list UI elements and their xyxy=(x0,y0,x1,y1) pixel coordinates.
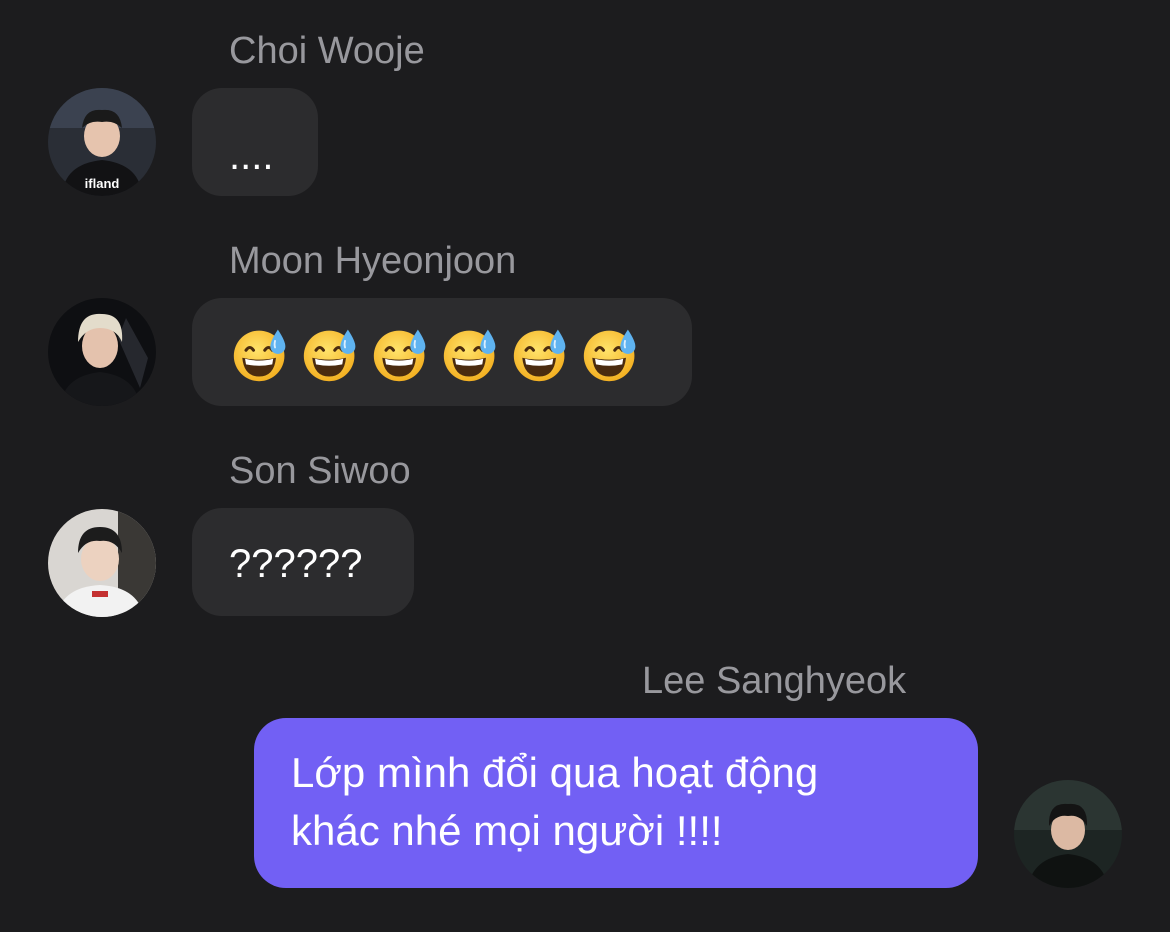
sender-name-moon-hyeonjoon: Moon Hyeonjoon xyxy=(229,240,517,282)
avatar-lee-sanghyeok[interactable] xyxy=(1014,780,1122,888)
user-avatar-icon: ifland xyxy=(48,88,156,196)
user-avatar-icon xyxy=(1014,780,1122,888)
message-text-line-2: khác nhé mọi người !!!! xyxy=(291,807,723,854)
message-bubble-outgoing[interactable]: Lớp mình đổi qua hoạt động khác nhé mọi … xyxy=(254,718,978,888)
message-bubble[interactable]: .... xyxy=(192,88,318,196)
grinning-face-with-sweat-icon xyxy=(231,324,291,384)
sender-name-choi-wooje: Choi Wooje xyxy=(229,30,425,72)
grinning-face-with-sweat-icon xyxy=(581,324,641,384)
sender-name-lee-sanghyeok: Lee Sanghyeok xyxy=(642,660,907,702)
message-text: .... xyxy=(229,134,274,178)
avatar-choi-wooje[interactable]: ifland xyxy=(48,88,156,196)
user-avatar-icon xyxy=(48,298,156,406)
grinning-face-with-sweat-icon xyxy=(371,324,431,384)
emoji-row xyxy=(192,298,692,384)
svg-text:ifland: ifland xyxy=(85,176,120,191)
grinning-face-with-sweat-icon xyxy=(301,324,361,384)
avatar-son-siwoo[interactable] xyxy=(48,509,156,617)
grinning-face-with-sweat-icon xyxy=(441,324,501,384)
grinning-face-with-sweat-icon xyxy=(511,324,571,384)
message-text-line-1: Lớp mình đổi qua hoạt động xyxy=(291,749,819,796)
message-text: ?????? xyxy=(229,542,363,586)
message-bubble[interactable]: ?????? xyxy=(192,508,414,616)
avatar-moon-hyeonjoon[interactable] xyxy=(48,298,156,406)
user-avatar-icon xyxy=(48,509,156,617)
sender-name-son-siwoo: Son Siwoo xyxy=(229,450,411,492)
message-bubble-emoji[interactable] xyxy=(192,298,692,406)
